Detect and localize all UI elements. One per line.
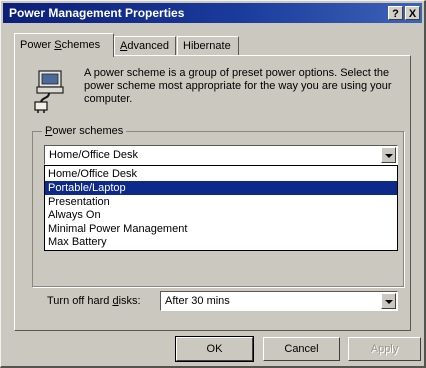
title-bar[interactable]: Power Management Properties ? X xyxy=(3,3,422,23)
label-rest: isks: xyxy=(118,295,141,307)
power-plug-computer-icon xyxy=(31,69,67,116)
tab-label: Hibernate xyxy=(183,40,231,52)
power-scheme-dropdown-list: Home/Office Desk Portable/Laptop Present… xyxy=(44,165,398,251)
tab-label-accel: S xyxy=(54,39,62,51)
dropdown-option-presentation[interactable]: Presentation xyxy=(45,195,397,209)
chevron-down-icon[interactable] xyxy=(381,293,396,309)
dropdown-option-home-office-desk[interactable]: Home/Office Desk xyxy=(45,167,397,181)
tab-power-schemes[interactable]: Power Schemes xyxy=(14,33,114,57)
chevron-down-icon[interactable] xyxy=(381,147,396,163)
tab-label-rest: chemes xyxy=(61,39,101,51)
hard-disks-value: After 30 mins xyxy=(165,295,230,307)
cancel-button[interactable]: Cancel xyxy=(263,337,340,361)
dialog-window: Power Management Properties ? X Power Sc… xyxy=(0,0,426,368)
dropdown-option-always-on[interactable]: Always On xyxy=(45,208,397,222)
power-scheme-value: Home/Office Desk xyxy=(49,149,139,161)
hard-disks-select[interactable]: After 30 mins xyxy=(160,291,398,311)
power-schemes-label: Power schemes xyxy=(42,125,127,137)
tab-label-prefix: Power xyxy=(20,39,55,51)
power-scheme-select[interactable]: Home/Office Desk xyxy=(44,145,398,165)
dropdown-option-portable-laptop[interactable]: Portable/Laptop xyxy=(45,181,397,195)
dropdown-option-minimal-power-management[interactable]: Minimal Power Management xyxy=(45,222,397,236)
window-title: Power Management Properties xyxy=(9,6,185,20)
tab-hibernate[interactable]: Hibernate xyxy=(177,36,239,55)
tab-advanced[interactable]: Advanced xyxy=(114,36,176,55)
apply-button[interactable]: Apply xyxy=(348,337,421,361)
turn-off-hard-disks-label: Turn off hard disks: xyxy=(47,295,141,307)
label-prefix: Turn off hard xyxy=(47,295,113,307)
tab-label-rest: dvanced xyxy=(127,40,169,52)
scheme-description: A power scheme is a group of preset powe… xyxy=(84,67,392,105)
label-rest: ower schemes xyxy=(52,125,124,137)
ok-button[interactable]: OK xyxy=(175,336,254,362)
close-button[interactable]: X xyxy=(405,6,420,20)
dropdown-option-max-battery[interactable]: Max Battery xyxy=(45,235,397,249)
help-button[interactable]: ? xyxy=(388,6,403,20)
